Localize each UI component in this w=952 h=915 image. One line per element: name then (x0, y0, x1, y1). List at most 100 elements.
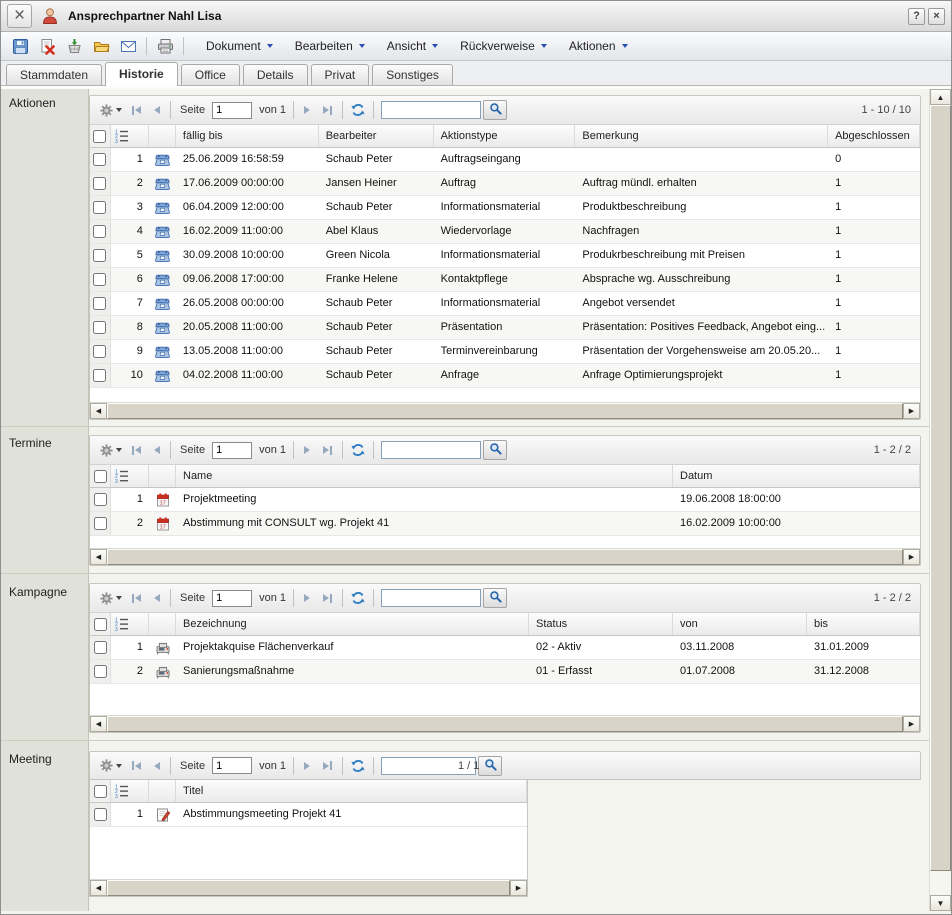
scroll-up-icon[interactable]: ▲ (930, 89, 951, 105)
first-page-icon[interactable] (129, 592, 144, 605)
row-checkbox[interactable] (93, 153, 106, 166)
last-page-icon[interactable] (320, 592, 335, 605)
table-row[interactable]: 125.06.2009 16:58:59Schaub PeterAuftrags… (90, 148, 920, 172)
menu-ansicht[interactable]: Ansicht (378, 36, 447, 56)
row-checkbox[interactable] (93, 249, 106, 262)
refresh-icon[interactable] (350, 102, 366, 118)
tab-stammdaten[interactable]: Stammdaten (6, 64, 102, 85)
refresh-icon[interactable] (350, 442, 366, 458)
row-checkbox[interactable] (94, 665, 107, 678)
column-header[interactable]: Aktionstype (434, 125, 576, 147)
row-number-list-icon[interactable]: 123 (111, 613, 149, 635)
select-all-checkbox[interactable] (94, 618, 107, 631)
delete-document-icon[interactable] (38, 37, 56, 55)
save-icon[interactable] (11, 37, 29, 55)
table-row[interactable]: 217.06.2009 00:00:00Jansen HeinerAuftrag… (90, 172, 920, 196)
table-row[interactable]: 913.05.2008 11:00:00Schaub PeterTerminve… (90, 340, 920, 364)
tab-privat[interactable]: Privat (311, 64, 370, 85)
settings-gear-icon[interactable] (99, 443, 122, 458)
column-header[interactable]: Bezeichnung (176, 613, 529, 635)
table-row[interactable]: 217Abstimmung mit CONSULT wg. Projekt 41… (90, 512, 920, 536)
last-page-icon[interactable] (320, 104, 335, 117)
column-header[interactable]: bis (807, 613, 920, 635)
scroll-right-icon[interactable]: ▶ (903, 716, 920, 732)
select-all-checkbox[interactable] (93, 130, 106, 143)
column-header[interactable]: Datum (673, 465, 920, 487)
horizontal-scroll-thumb[interactable] (107, 880, 510, 896)
column-header[interactable]: Status (529, 613, 673, 635)
horizontal-scrollbar[interactable]: ◀ ▶ (90, 548, 920, 565)
table-row[interactable]: 117Projektmeeting19.06.2008 18:00:00 (90, 488, 920, 512)
scroll-right-icon[interactable]: ▶ (903, 403, 920, 419)
column-header[interactable]: von (673, 613, 807, 635)
close-window-button[interactable]: × (7, 4, 32, 28)
scroll-left-icon[interactable]: ◀ (90, 716, 107, 732)
scroll-left-icon[interactable]: ◀ (90, 549, 107, 565)
row-checkbox[interactable] (93, 369, 106, 382)
open-folder-icon[interactable] (92, 37, 110, 55)
scroll-down-icon[interactable]: ▼ (930, 895, 951, 911)
previous-page-icon[interactable] (151, 592, 163, 604)
page-input[interactable] (212, 590, 252, 607)
last-page-icon[interactable] (320, 444, 335, 457)
horizontal-scroll-thumb[interactable] (107, 403, 903, 419)
first-page-icon[interactable] (129, 444, 144, 457)
previous-page-icon[interactable] (151, 104, 163, 116)
column-header[interactable]: Bemerkung (575, 125, 828, 147)
refresh-icon[interactable] (350, 590, 366, 606)
first-page-icon[interactable] (129, 759, 144, 772)
last-page-icon[interactable] (320, 759, 335, 772)
column-header[interactable]: Abgeschlossen (828, 125, 920, 147)
menu-bearbeiten[interactable]: Bearbeiten (286, 36, 374, 56)
row-checkbox[interactable] (93, 225, 106, 238)
horizontal-scrollbar[interactable]: ◀ ▶ (90, 715, 920, 732)
settings-gear-icon[interactable] (99, 103, 122, 118)
row-checkbox[interactable] (94, 808, 107, 821)
horizontal-scrollbar[interactable]: ◀ ▶ (90, 879, 527, 896)
search-input[interactable] (381, 101, 481, 119)
search-input[interactable] (381, 589, 481, 607)
email-icon[interactable] (119, 37, 137, 55)
row-number-list-icon[interactable]: 123 (111, 125, 149, 147)
row-checkbox[interactable] (94, 493, 107, 506)
settings-gear-icon[interactable] (99, 758, 122, 773)
next-page-icon[interactable] (301, 592, 313, 604)
menu-aktionen[interactable]: Aktionen (560, 36, 637, 56)
table-row[interactable]: 609.06.2008 17:00:00Franke HeleneKontakt… (90, 268, 920, 292)
page-input[interactable] (212, 442, 252, 459)
refresh-icon[interactable] (350, 758, 366, 774)
column-header[interactable]: Name (176, 465, 673, 487)
search-button[interactable] (483, 100, 507, 120)
column-header[interactable]: fällig bis (176, 125, 319, 147)
scroll-right-icon[interactable]: ▶ (903, 549, 920, 565)
row-checkbox[interactable] (93, 321, 106, 334)
row-checkbox[interactable] (93, 345, 106, 358)
scroll-right-icon[interactable]: ▶ (510, 880, 527, 896)
search-button[interactable] (483, 588, 507, 608)
horizontal-scrollbar[interactable]: ◀ ▶ (90, 402, 920, 419)
menu-rückverweise[interactable]: Rückverweise (451, 36, 556, 56)
page-input[interactable] (212, 102, 252, 119)
table-row[interactable]: 820.05.2008 11:00:00Schaub PeterPräsenta… (90, 316, 920, 340)
search-input[interactable] (381, 441, 481, 459)
vertical-scroll-thumb[interactable] (930, 105, 951, 871)
tab-details[interactable]: Details (243, 64, 308, 85)
vertical-scrollbar[interactable]: ▲ ▼ (929, 89, 951, 911)
table-row[interactable]: 1Projektakquise Flächenverkauf02 - Aktiv… (90, 636, 920, 660)
select-all-checkbox[interactable] (94, 785, 107, 798)
import-basket-icon[interactable] (65, 37, 83, 55)
row-checkbox[interactable] (94, 517, 107, 530)
table-row[interactable]: 530.09.2008 10:00:00Green NicolaInformat… (90, 244, 920, 268)
horizontal-scroll-thumb[interactable] (107, 549, 903, 565)
next-page-icon[interactable] (301, 444, 313, 456)
select-all-checkbox[interactable] (94, 470, 107, 483)
row-checkbox[interactable] (94, 641, 107, 654)
horizontal-scroll-thumb[interactable] (107, 716, 903, 732)
scroll-left-icon[interactable]: ◀ (90, 403, 107, 419)
first-page-icon[interactable] (129, 104, 144, 117)
table-row[interactable]: 416.02.2009 11:00:00Abel KlausWiedervorl… (90, 220, 920, 244)
help-button[interactable]: ? (908, 8, 925, 25)
previous-page-icon[interactable] (151, 760, 163, 772)
tab-historie[interactable]: Historie (105, 62, 178, 86)
tab-office[interactable]: Office (181, 64, 240, 85)
